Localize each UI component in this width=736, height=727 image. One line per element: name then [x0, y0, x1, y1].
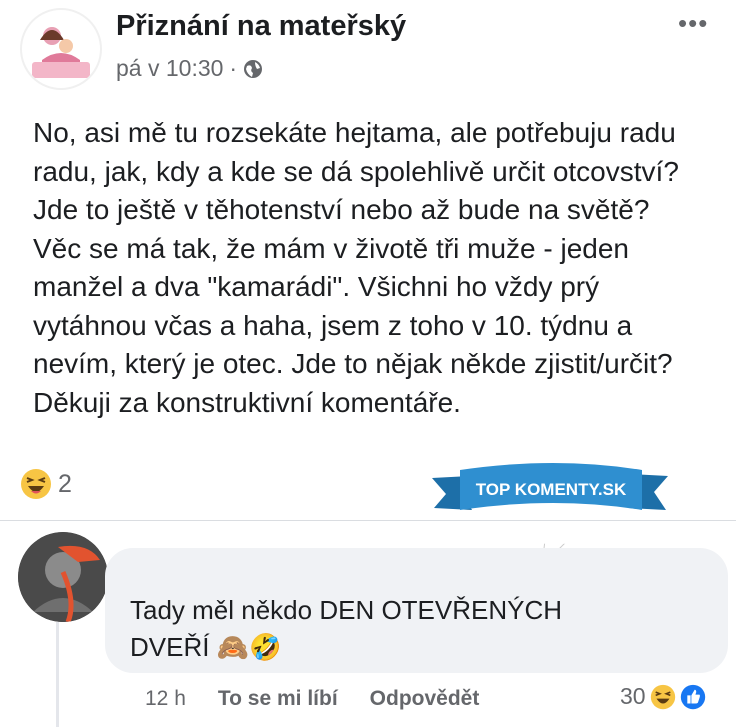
post-reactions[interactable]: 2 [20, 468, 72, 500]
like-button[interactable]: To se mi líbí [218, 687, 338, 711]
comment-reaction-count: 30 [620, 683, 646, 709]
watermark-text: TOP KOMENTY.SK [476, 480, 627, 499]
reply-button[interactable]: Odpovědět [370, 687, 480, 711]
haha-emoji-icon [650, 684, 675, 709]
like-icon [680, 684, 705, 709]
more-options-icon[interactable]: ••• [678, 8, 708, 39]
comment-time[interactable]: 12 h [145, 687, 186, 711]
globe-icon [244, 59, 263, 78]
avatar-photo-icon [18, 532, 108, 622]
page-logo-icon [23, 11, 99, 87]
comment-reactions[interactable]: 30 [620, 683, 706, 710]
reaction-count: 2 [58, 469, 72, 498]
page-avatar[interactable] [20, 8, 102, 90]
post-time[interactable]: pá v 10:30 [116, 55, 223, 82]
comment-emojis: 🙈🤣 [216, 632, 282, 662]
thread-line [56, 622, 59, 727]
page-name[interactable]: Přiznání na mateřský [116, 10, 406, 43]
comment-text: Tady měl někdo DEN OTEVŘENÝCH DVEŘÍ 🙈🤣 [130, 592, 690, 666]
meta-separator: · [229, 55, 238, 81]
commenter-avatar[interactable] [18, 532, 108, 622]
comment-body: Tady měl někdo DEN OTEVŘENÝCH DVEŘÍ [130, 595, 563, 662]
post-body: No, asi mě tu rozsekáte hejtama, ale pot… [33, 117, 679, 418]
comment-actions: 12 h To se mi líbí Odpovědět [145, 687, 479, 711]
haha-emoji-icon [21, 469, 51, 499]
post-meta: pá v 10:30 · [116, 55, 263, 82]
divider [0, 520, 736, 521]
